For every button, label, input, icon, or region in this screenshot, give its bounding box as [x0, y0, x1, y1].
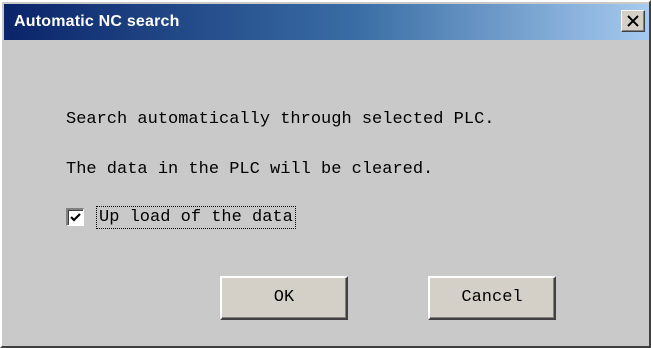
search-message: Search automatically through selected PL… [66, 110, 495, 129]
title-bar[interactable]: Automatic NC search [4, 4, 649, 40]
clear-warning-message: The data in the PLC will be cleared. [66, 160, 434, 179]
upload-data-checkbox[interactable] [66, 208, 84, 226]
close-icon [627, 15, 639, 27]
checkmark-icon [70, 213, 81, 222]
close-button[interactable] [621, 10, 645, 32]
automatic-nc-search-dialog: Automatic NC search Search automatically… [0, 0, 651, 348]
cancel-button[interactable]: Cancel [428, 276, 556, 320]
ok-button[interactable]: OK [220, 276, 348, 320]
upload-data-label[interactable]: Up load of the data [96, 206, 296, 229]
dialog-title: Automatic NC search [14, 13, 180, 30]
